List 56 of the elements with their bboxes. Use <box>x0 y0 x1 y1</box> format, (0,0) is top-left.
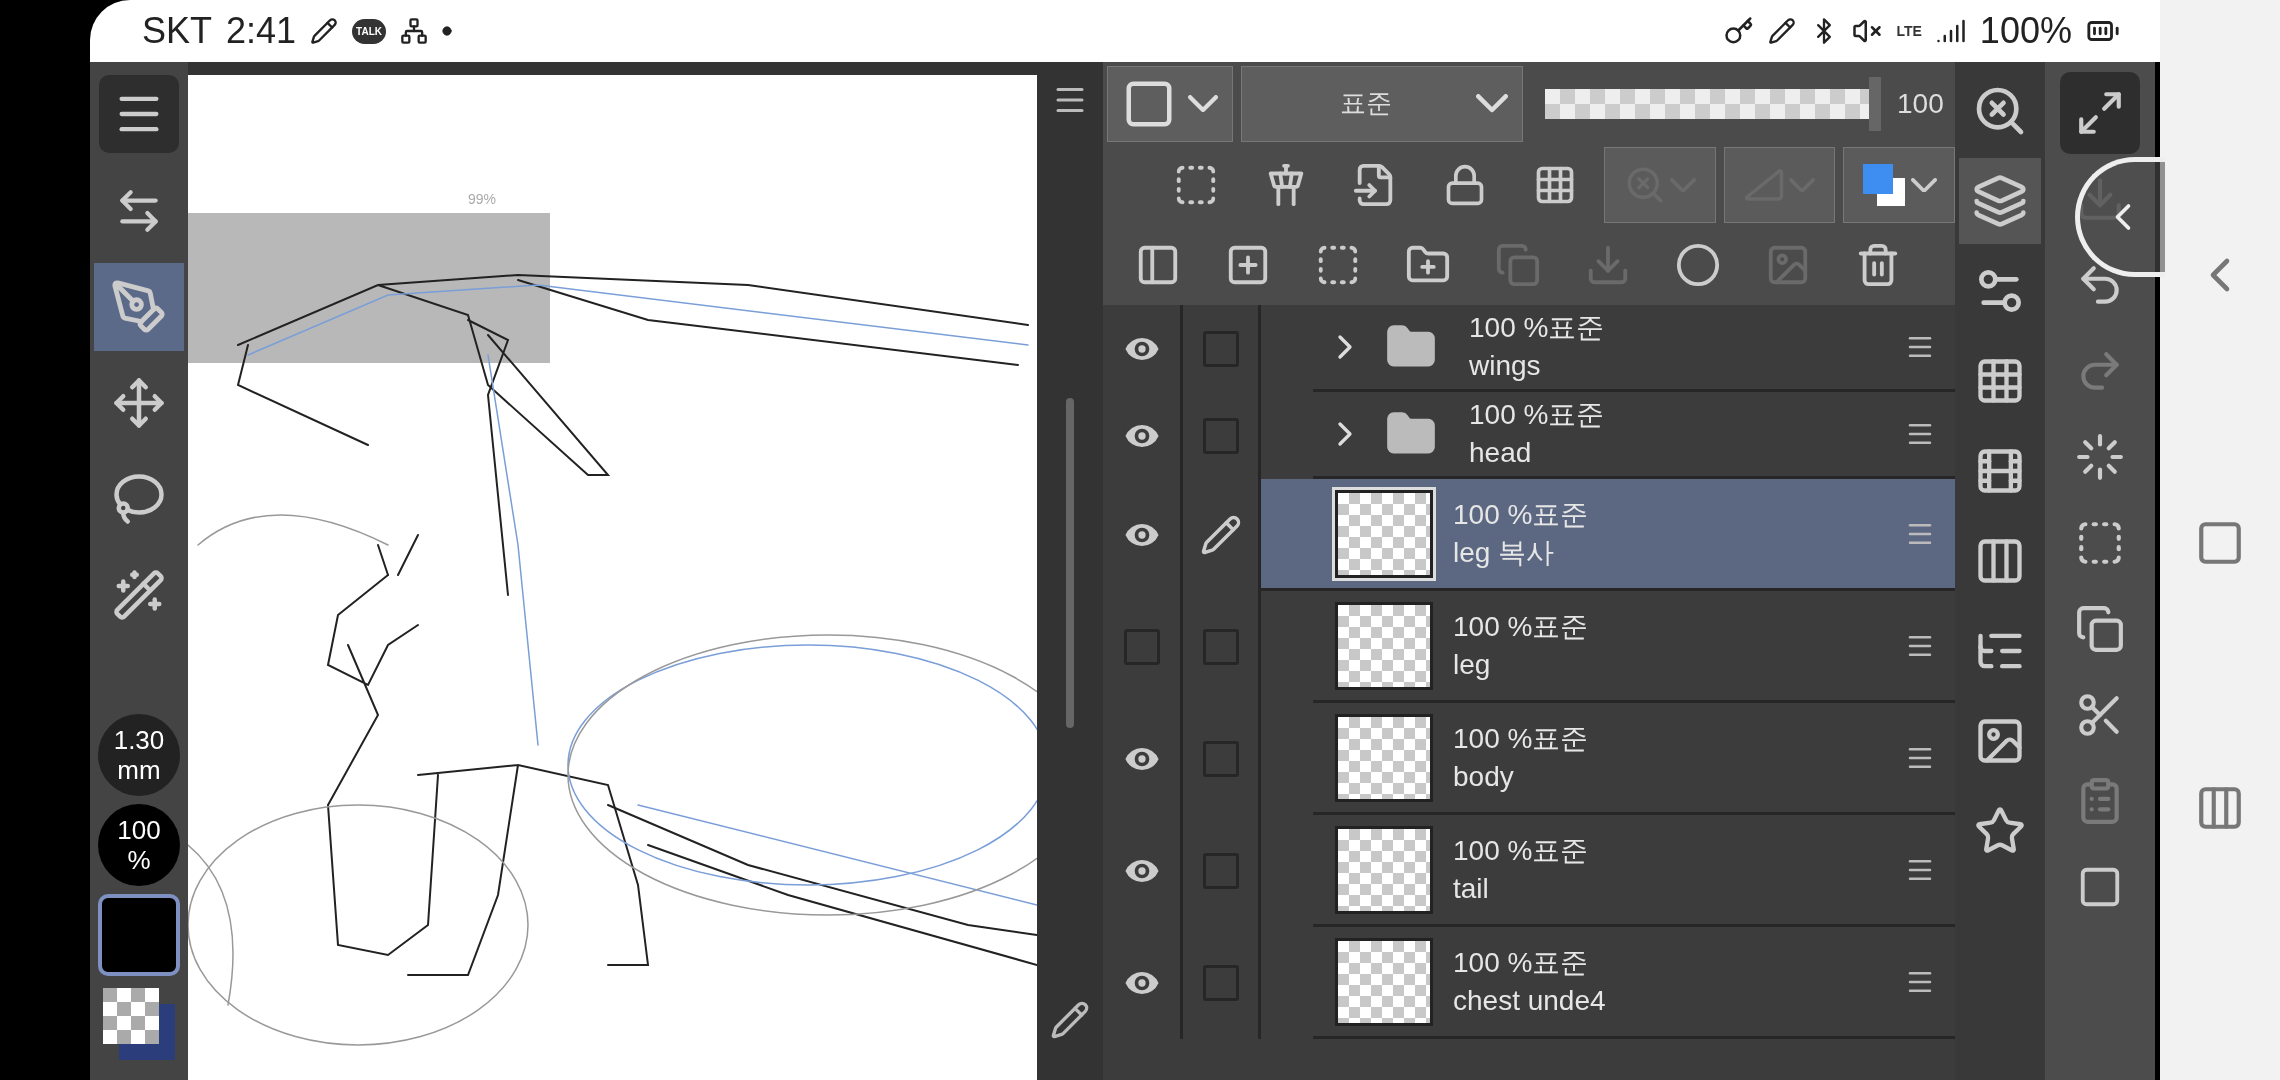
layer-name: leg <box>1453 648 1492 681</box>
layer-row[interactable]: 100 %표준 leg 복사 <box>1261 479 1955 591</box>
blend-mode-dropdown[interactable]: 표준 <box>1241 65 1523 142</box>
brush-opacity-button[interactable]: 100 % <box>98 804 180 886</box>
key-icon <box>1724 16 1755 46</box>
dot-icon <box>442 26 452 36</box>
main-color-swatch[interactable] <box>98 894 180 976</box>
layer-name: body <box>1453 760 1515 793</box>
menu-button[interactable] <box>99 75 179 153</box>
caret-icon <box>1911 177 1938 193</box>
layer-info: 100 %표준 <box>1453 834 1590 867</box>
scrollbar[interactable] <box>1066 398 1074 728</box>
layer-row[interactable]: 100 %표준 tail <box>1313 815 1955 927</box>
chat-badge: TALK <box>352 18 386 44</box>
layer-color-dropdown[interactable] <box>1107 65 1233 142</box>
caret-icon <box>1188 94 1218 113</box>
brush-size-button[interactable]: 1.30 mm <box>98 714 180 796</box>
merge-icon <box>1495 242 1541 288</box>
move-icon <box>112 376 166 430</box>
layer-row[interactable]: 100 %표준 body <box>1313 703 1955 815</box>
layers-icon <box>1972 173 2028 229</box>
layer-info: 100 %표준 <box>1453 722 1590 755</box>
caret-icon <box>1476 94 1508 113</box>
palette-button[interactable] <box>1959 158 2041 244</box>
network-type: LTE <box>1896 23 1922 39</box>
edit-pencil-icon <box>1199 514 1242 556</box>
floating-battery-text: 99% <box>468 191 497 207</box>
layer-info: 100 %표준 <box>1469 312 1606 344</box>
lasso-icon <box>112 472 166 526</box>
layer-info: 100 %표준 <box>1453 946 1590 979</box>
carrier: SKT <box>142 10 212 52</box>
dashed-circle-icon <box>2075 432 2125 482</box>
layer-row[interactable]: 100 %표준 chest unde4 <box>1313 927 1955 1039</box>
layer-info: 100 %표준 <box>1453 610 1590 643</box>
layer-name: head <box>1469 437 1533 469</box>
battery-percent: 100% <box>1979 10 2072 52</box>
magic-wand-icon <box>112 568 166 622</box>
layer-name: tail <box>1453 872 1490 905</box>
layer-name: wings <box>1469 350 1542 382</box>
layer-color-button[interactable] <box>1843 147 1955 223</box>
tool-button[interactable] <box>94 263 184 351</box>
clock: 2:41 <box>226 10 297 52</box>
layer-name: chest unde4 <box>1453 984 1607 1017</box>
pen-icon <box>110 278 168 336</box>
color-pair-icon <box>1861 162 1908 208</box>
pencil-icon <box>310 17 339 45</box>
layer-row[interactable]: 100 %표준 wings <box>1313 305 1955 392</box>
layer-name: leg 복사 <box>1453 536 1556 569</box>
layer-info: 100 %표준 <box>1469 399 1606 431</box>
layer-row[interactable]: 100 %표준 leg <box>1313 591 1955 703</box>
layer-info: 100 %표준 <box>1453 498 1590 531</box>
slider-thumb[interactable] <box>1869 76 1881 131</box>
fullscreen-button[interactable] <box>2060 72 2140 154</box>
network-icon <box>400 17 428 45</box>
copy-icon <box>2075 604 2125 654</box>
opacity-value: 100 <box>1897 87 1944 120</box>
